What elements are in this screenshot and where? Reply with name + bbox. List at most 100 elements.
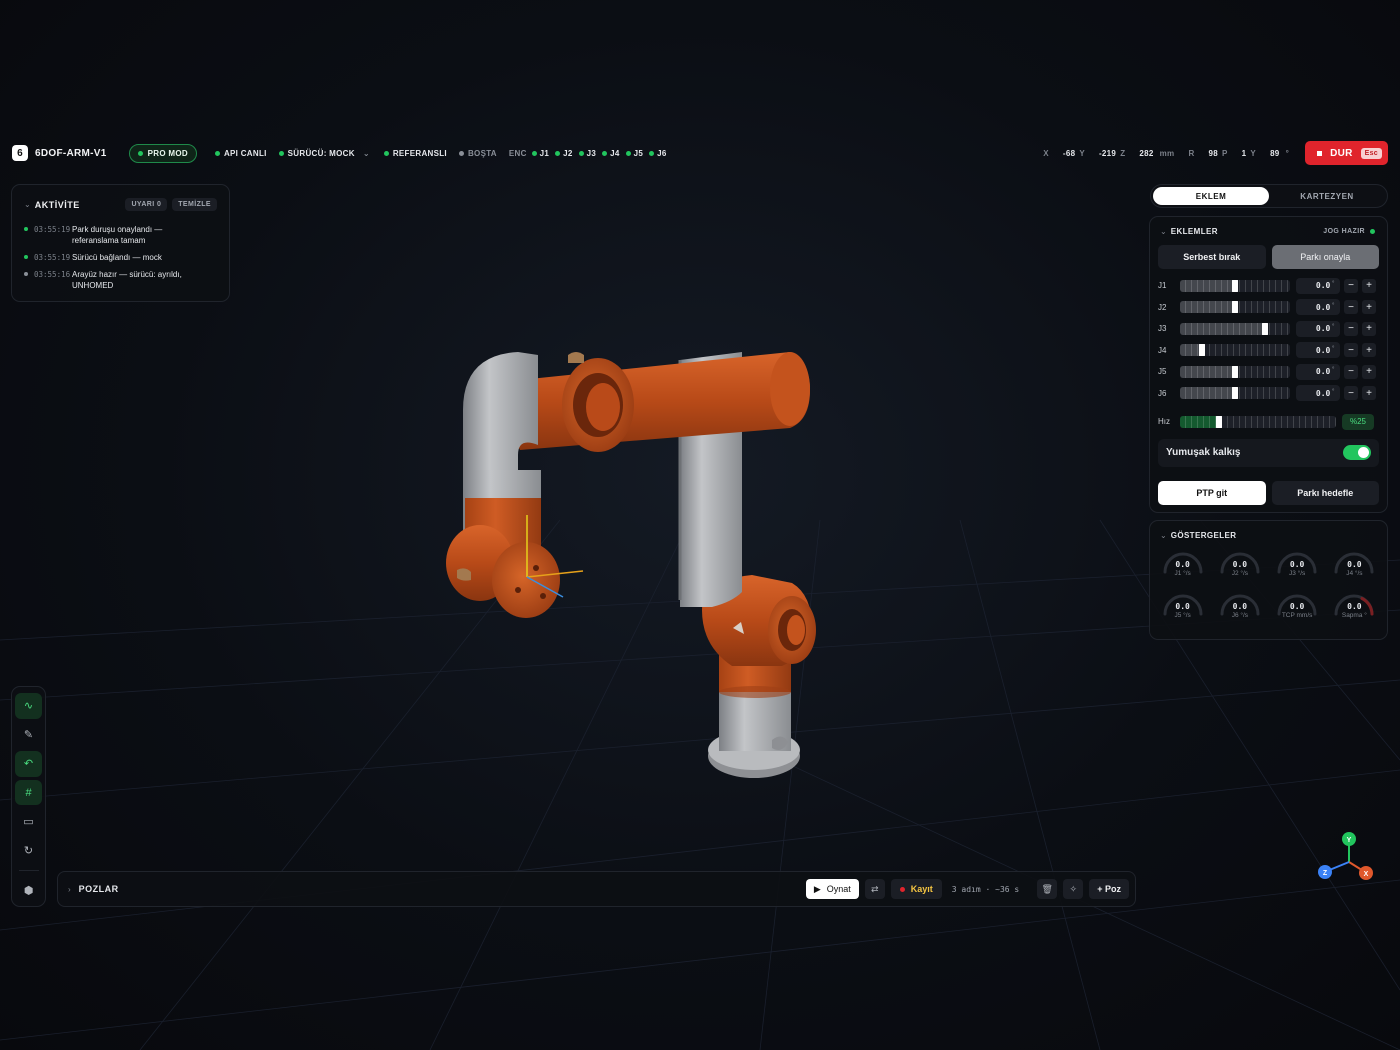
- driver-select[interactable]: SÜRÜCÜ: MOCK ⌄: [278, 149, 370, 158]
- decrement-button[interactable]: −: [1344, 343, 1358, 358]
- warnings-chip[interactable]: UYARI 0: [125, 198, 168, 211]
- tab-joint[interactable]: EKLEM: [1153, 187, 1269, 205]
- poses-title: POZLAR: [78, 884, 119, 894]
- pro-mode-badge[interactable]: PRO MOD: [128, 143, 197, 163]
- poses-bar: › POZLAR ▶ Oynat ⇄ Kayıt 3 adım · ~36 s 🗑…: [57, 871, 1136, 907]
- esc-key-hint: Esc: [1360, 147, 1382, 159]
- joint-value: 0.0: [1315, 324, 1331, 334]
- increment-button[interactable]: +: [1362, 364, 1376, 379]
- increment-button[interactable]: +: [1362, 300, 1376, 315]
- collapse-chevron-icon[interactable]: ⌄: [24, 200, 31, 209]
- cube-view-button[interactable]: ⬢: [15, 877, 42, 903]
- joint-slider[interactable]: [1180, 322, 1290, 335]
- z-value: 282: [1139, 148, 1154, 158]
- add-pose-button[interactable]: + Poz: [1089, 879, 1129, 899]
- joint-label: J5: [1158, 367, 1167, 377]
- collapse-chevron-icon[interactable]: ⌄: [1160, 531, 1167, 540]
- target-park-button[interactable]: Parkı hedefle: [1271, 480, 1379, 505]
- joint-value: 0.0: [1315, 345, 1331, 355]
- joint-label: J1: [1158, 281, 1167, 291]
- y-value: -219: [1098, 148, 1117, 158]
- record-button[interactable]: Kayıt: [890, 879, 942, 899]
- joint-value-field[interactable]: 0.0 °: [1296, 385, 1340, 402]
- slider-thumb[interactable]: [1232, 387, 1238, 400]
- delete-button[interactable]: 🗑: [1037, 879, 1058, 899]
- xyz-unit: mm: [1159, 148, 1175, 158]
- joint-value-field[interactable]: 0.0 °: [1296, 320, 1340, 337]
- record-icon: [899, 886, 905, 892]
- speed-slider[interactable]: [1180, 415, 1336, 428]
- confirm-park-button[interactable]: Parkı onayla: [1271, 245, 1379, 269]
- loop-button[interactable]: ⇄: [864, 879, 885, 899]
- speed-value: %25: [1342, 413, 1374, 430]
- emergency-stop-button[interactable]: DUR Esc: [1305, 141, 1388, 165]
- gauge-label: J5 °/s: [1174, 612, 1191, 619]
- path-tool-button[interactable]: ↶: [15, 750, 42, 777]
- joint-unit: °: [1331, 280, 1335, 288]
- joint-value: 0.0: [1315, 388, 1331, 398]
- draw-tool-button[interactable]: ✎: [15, 722, 42, 748]
- cylinder-view-button[interactable]: ▭: [15, 808, 42, 834]
- app-title[interactable]: 6DOF-ARM-V1: [35, 148, 107, 159]
- minus-icon: −: [1348, 301, 1354, 313]
- soft-start-row: Yumuşak kalkış: [1158, 438, 1379, 467]
- joint-slider[interactable]: [1180, 387, 1290, 400]
- tab-cartesian[interactable]: KARTEZYEN: [1269, 187, 1385, 205]
- y-label: Y: [1079, 148, 1085, 158]
- decrement-button[interactable]: −: [1344, 278, 1358, 293]
- slider-ticks: [1180, 415, 1336, 428]
- encoder-label: J5: [633, 148, 644, 158]
- increment-button[interactable]: +: [1362, 321, 1376, 336]
- ptp-go-button[interactable]: PTP git: [1158, 480, 1266, 505]
- slider-thumb[interactable]: [1261, 322, 1268, 335]
- slider-thumb[interactable]: [1232, 279, 1238, 292]
- encoder-j6: J6: [649, 149, 667, 158]
- clear-button[interactable]: TEMİZLE: [172, 198, 217, 211]
- joint-slider[interactable]: [1180, 279, 1290, 292]
- decrement-button[interactable]: −: [1344, 300, 1358, 315]
- plus-icon: +: [1366, 280, 1372, 292]
- joint-slider[interactable]: [1180, 344, 1290, 357]
- slider-thumb[interactable]: [1199, 344, 1205, 357]
- soft-start-toggle[interactable]: [1343, 445, 1371, 460]
- decrement-button[interactable]: −: [1344, 364, 1358, 379]
- play-button[interactable]: ▶ Oynat: [805, 879, 859, 899]
- joint-slider[interactable]: [1180, 365, 1290, 378]
- joint-row-j2: J2 0.0 ° − +: [1150, 297, 1387, 319]
- speed-thumb[interactable]: [1216, 415, 1222, 428]
- p-label: P: [1222, 148, 1228, 158]
- magic-button[interactable]: ✧: [1063, 879, 1084, 899]
- slider-thumb[interactable]: [1232, 301, 1238, 314]
- grid-toggle-button[interactable]: #: [15, 779, 42, 806]
- grid-icon: #: [25, 786, 32, 799]
- robot-arm-model[interactable]: [446, 352, 816, 778]
- joint-value-field[interactable]: 0.0 °: [1296, 277, 1340, 294]
- activity-panel: ⌄ AKTİVİTE UYARI 0 TEMİZLE 03:55:19 Park…: [11, 184, 230, 302]
- expand-chevron-icon[interactable]: ›: [68, 885, 71, 894]
- slider-ticks: [1180, 344, 1290, 357]
- joint-value-field[interactable]: 0.0 °: [1296, 342, 1340, 359]
- trajectory-tool-button[interactable]: ∿: [15, 693, 42, 719]
- joint-label: J4: [1158, 345, 1167, 355]
- release-button[interactable]: Serbest bırak: [1158, 245, 1266, 269]
- joint-value-field[interactable]: 0.0 °: [1296, 299, 1340, 316]
- increment-button[interactable]: +: [1362, 278, 1376, 293]
- joint-label: J3: [1158, 324, 1167, 334]
- increment-button[interactable]: +: [1362, 386, 1376, 401]
- increment-button[interactable]: +: [1362, 343, 1376, 358]
- slider-thumb[interactable]: [1232, 365, 1238, 378]
- gauge: 0.0 TCP mm/s: [1269, 588, 1326, 630]
- decrement-button[interactable]: −: [1344, 386, 1358, 401]
- log-time: 03:55:16: [34, 270, 71, 279]
- joint-value-field[interactable]: 0.0 °: [1296, 363, 1340, 380]
- decrement-button[interactable]: −: [1344, 321, 1358, 336]
- collapse-chevron-icon[interactable]: ⌄: [1160, 227, 1167, 236]
- log-text: Sürücü bağlandı — mock: [72, 253, 162, 262]
- log-entry: 03:55:19 Park duruşu onaylandı — referan…: [24, 224, 217, 246]
- joint-slider[interactable]: [1180, 301, 1290, 314]
- status-dot: [24, 272, 28, 276]
- gauge-value: 0.0: [1175, 560, 1190, 569]
- path-icon: ↶: [23, 758, 34, 771]
- reset-view-button[interactable]: ↻: [15, 837, 42, 863]
- joint-value: 0.0: [1315, 281, 1331, 291]
